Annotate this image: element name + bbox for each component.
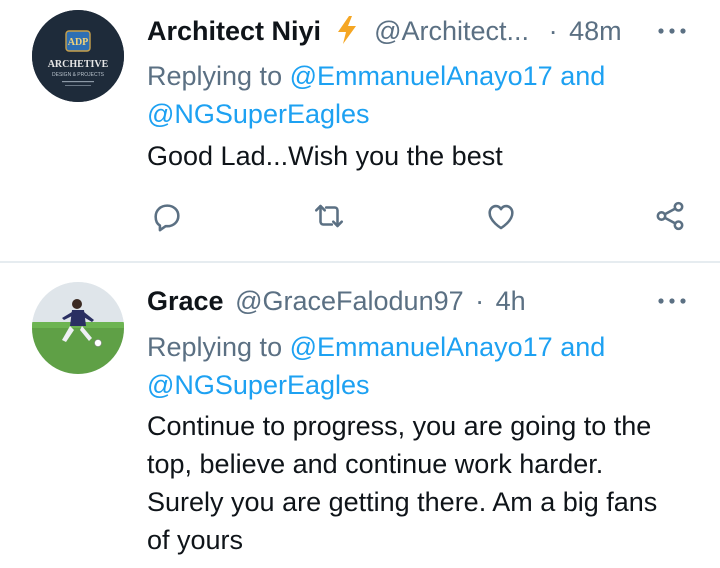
mention-link[interactable]: @NGSuperEagles: [147, 370, 370, 400]
retweet-icon: [314, 204, 344, 228]
avatar-architect-niyi[interactable]: ADP ARCHETIVE DESIGN & PROJECTS: [32, 10, 124, 102]
share-button[interactable]: [650, 196, 690, 236]
mention-link[interactable]: @EmmanuelAnayo17: [290, 61, 553, 91]
separator-dot: ·: [548, 16, 558, 46]
mention-link[interactable]: @EmmanuelAnayo17: [290, 332, 553, 362]
more-options-button[interactable]: [657, 13, 687, 58]
replying-to: Replying to @EmmanuelAnayo17 and @NGSupe…: [147, 57, 667, 133]
and-word: and: [560, 61, 606, 91]
avatar-brand-text: ARCHETIVE: [48, 59, 109, 70]
reply-button[interactable]: [147, 196, 187, 236]
retweet-button[interactable]: [309, 196, 349, 236]
tweet-text: Continue to progress, you are going to t…: [147, 407, 692, 559]
archetive-logo-icon: ADP ARCHETIVE DESIGN & PROJECTS: [32, 10, 124, 102]
share-icon: [656, 201, 684, 231]
more-horizontal-icon: [658, 298, 686, 304]
tweet-text-line: top, believe and continue work harder.: [147, 449, 604, 479]
mention-link[interactable]: @NGSuperEagles: [147, 99, 370, 129]
and-word: and: [560, 332, 606, 362]
avatar-sub-text: DESIGN & PROJECTS: [52, 72, 105, 78]
like-icon: [488, 204, 514, 230]
reply-icon: [154, 204, 180, 232]
tweet-text-line: Surely you are getting there. Am a big f…: [147, 487, 658, 517]
soccer-player-photo-icon: [32, 282, 124, 374]
more-horizontal-icon: [658, 28, 686, 34]
replying-to: Replying to @EmmanuelAnayo17 and @NGSupe…: [147, 328, 667, 404]
tweet-actions: [147, 196, 692, 236]
replying-prefix: Replying to: [147, 332, 283, 362]
lightning-bolt-icon: [337, 16, 356, 44]
like-button[interactable]: [481, 196, 521, 236]
tweet-2[interactable]: Grace @GraceFalodun97 · 4h Replying to @…: [0, 263, 720, 568]
tweet-header: Architect Niyi @Architect... · 48m: [147, 13, 622, 49]
display-name[interactable]: Architect Niyi: [147, 16, 321, 46]
tweet-text-line: of yours: [147, 525, 244, 555]
tweet-1[interactable]: ADP ARCHETIVE DESIGN & PROJECTS Architec…: [0, 0, 720, 260]
replying-prefix: Replying to: [147, 61, 283, 91]
separator-dot: ·: [475, 286, 485, 316]
timestamp[interactable]: 48m: [569, 16, 622, 46]
user-handle[interactable]: @GraceFalodun97: [235, 286, 464, 316]
user-handle[interactable]: @Architect...: [374, 16, 529, 46]
tweet-text-line: Continue to progress, you are going to t…: [147, 411, 652, 441]
more-options-button[interactable]: [657, 283, 687, 328]
display-name[interactable]: Grace: [147, 286, 224, 316]
avatar-logo-text: ADP: [68, 37, 89, 48]
tweet-header: Grace @GraceFalodun97 · 4h: [147, 283, 526, 319]
timestamp[interactable]: 4h: [496, 286, 526, 316]
avatar-grace[interactable]: [32, 282, 124, 374]
tweet-text: Good Lad...Wish you the best: [147, 141, 503, 171]
